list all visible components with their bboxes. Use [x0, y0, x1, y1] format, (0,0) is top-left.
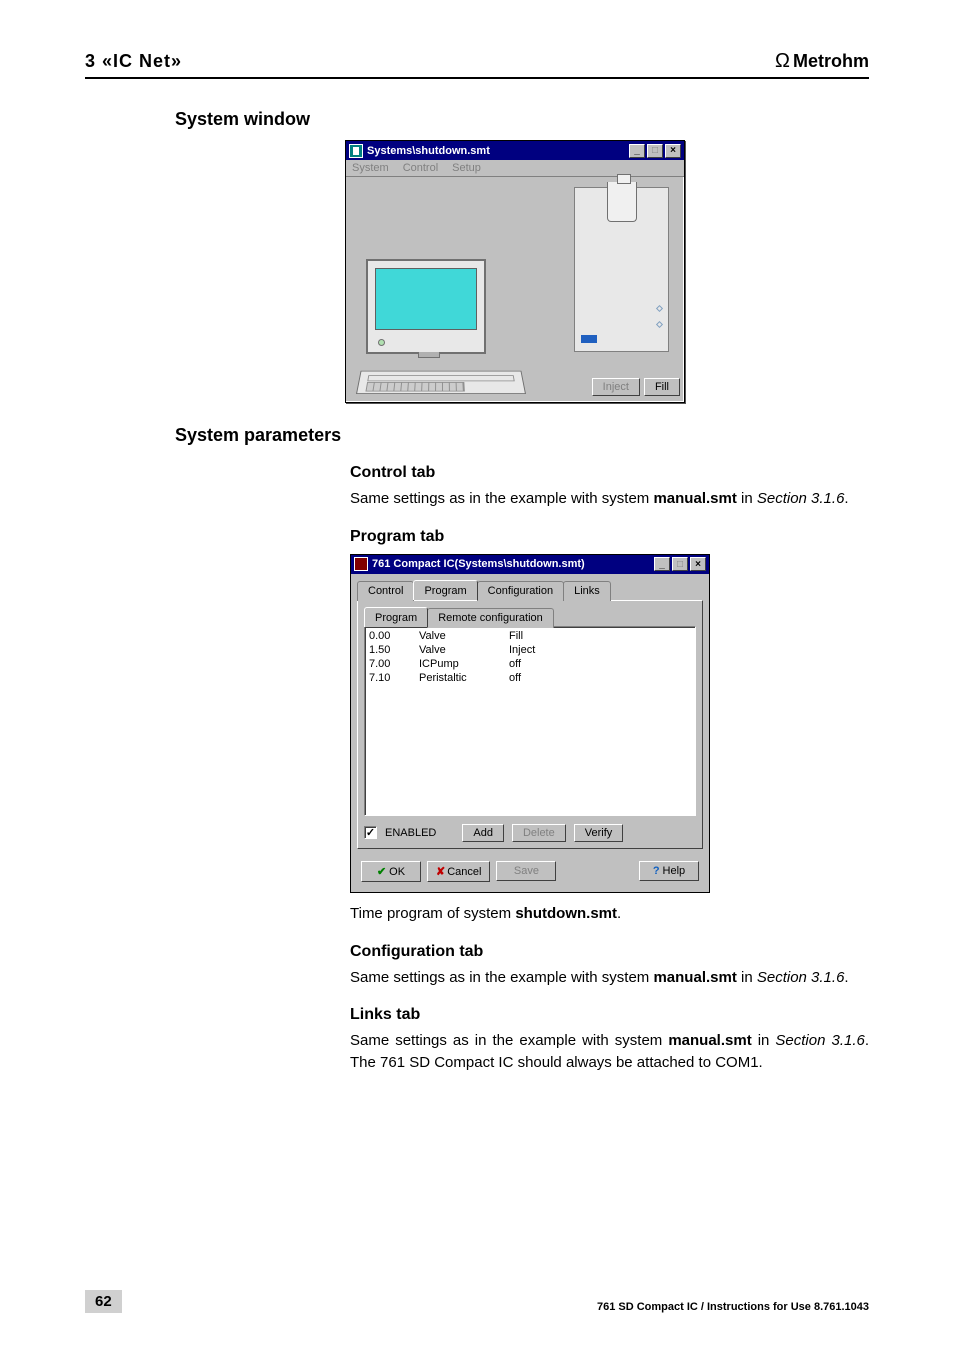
instrument-icon	[574, 187, 669, 352]
verify-button[interactable]: Verify	[574, 824, 624, 842]
configuration-tab-text: Same settings as in the example with sys…	[350, 967, 869, 989]
dialog-maximize-button[interactable]: □	[672, 557, 688, 571]
question-icon: ?	[653, 865, 660, 877]
page-footer: 62 761 SD Compact IC / Instructions for …	[85, 1290, 869, 1313]
tab-panel: Program Remote configuration 0.00 Valve …	[357, 600, 703, 849]
close-button[interactable]: ×	[665, 144, 681, 158]
check-icon: ✔	[377, 866, 386, 878]
list-row[interactable]: 7.10 Peristaltic off	[367, 671, 693, 685]
menu-bar: System Control Setup	[346, 160, 684, 177]
tab-configuration[interactable]: Configuration	[477, 581, 564, 601]
page-number: 62	[85, 1290, 122, 1313]
computer-monitor-icon	[366, 259, 486, 354]
ok-button[interactable]: ✔OK	[361, 861, 421, 882]
dialog-minimize-button[interactable]: _	[654, 557, 670, 571]
menu-system[interactable]: System	[352, 162, 389, 174]
control-tab-text: Same settings as in the example with sys…	[350, 488, 869, 510]
minimize-button[interactable]: _	[629, 144, 645, 158]
subtab-program[interactable]: Program	[364, 607, 428, 627]
program-caption: Time program of system shutdown.smt.	[350, 903, 869, 925]
fill-button[interactable]: Fill	[644, 378, 680, 396]
save-button[interactable]: Save	[496, 861, 556, 881]
dialog-close-button[interactable]: ×	[690, 557, 706, 571]
dialog-app-icon	[354, 557, 368, 571]
menu-setup[interactable]: Setup	[452, 162, 481, 174]
heading-program-tab: Program tab	[350, 528, 869, 546]
titlebar: Systems\shutdown.smt _ □ ×	[346, 141, 684, 160]
program-dialog: 761 Compact IC(Systems\shutdown.smt) _ □…	[350, 554, 710, 893]
keyboard-icon	[356, 371, 526, 394]
page-header: 3 «IC Net» ΩMetrohm	[85, 50, 869, 79]
add-button[interactable]: Add	[462, 824, 504, 842]
list-row[interactable]: 1.50 Valve Inject	[367, 643, 693, 657]
list-row[interactable]: 0.00 Valve Fill	[367, 629, 693, 643]
main-tab-row: Control Program Configuration Links	[351, 574, 709, 600]
inject-button[interactable]: Inject	[592, 378, 640, 396]
links-tab-text: Same settings as in the example with sys…	[350, 1030, 869, 1074]
system-window: Systems\shutdown.smt _ □ × System Contro…	[345, 140, 685, 403]
enabled-checkbox[interactable]: ✓	[364, 826, 377, 839]
enabled-label: ENABLED	[385, 827, 436, 839]
help-button[interactable]: ?Help	[639, 861, 699, 881]
heading-links-tab: Links tab	[350, 1006, 869, 1024]
heading-system-parameters: System parameters	[175, 425, 869, 446]
x-icon: ✘	[436, 866, 445, 878]
header-section-label: 3 «IC Net»	[85, 51, 182, 72]
heading-control-tab: Control tab	[350, 464, 869, 482]
subtab-remote-config[interactable]: Remote configuration	[427, 608, 554, 628]
dialog-title: 761 Compact IC(Systems\shutdown.smt)	[372, 558, 652, 570]
dialog-titlebar: 761 Compact IC(Systems\shutdown.smt) _ □…	[351, 555, 709, 574]
program-list[interactable]: 0.00 Valve Fill 1.50 Valve Inject 7.00 I…	[364, 626, 696, 816]
tab-program[interactable]: Program	[413, 580, 477, 600]
app-icon	[349, 144, 363, 158]
tab-links[interactable]: Links	[563, 581, 611, 601]
menu-control[interactable]: Control	[403, 162, 438, 174]
tab-control[interactable]: Control	[357, 581, 414, 601]
cancel-button[interactable]: ✘Cancel	[427, 861, 490, 882]
footer-doc-info: 761 SD Compact IC / Instructions for Use…	[597, 1301, 869, 1313]
heading-configuration-tab: Configuration tab	[350, 943, 869, 961]
metrohm-logo-icon: Ω	[775, 50, 790, 73]
heading-system-window: System window	[175, 109, 869, 130]
maximize-button[interactable]: □	[647, 144, 663, 158]
window-title: Systems\shutdown.smt	[367, 145, 627, 157]
delete-button[interactable]: Delete	[512, 824, 566, 842]
header-brand: ΩMetrohm	[775, 50, 869, 73]
list-row[interactable]: 7.00 ICPump off	[367, 657, 693, 671]
